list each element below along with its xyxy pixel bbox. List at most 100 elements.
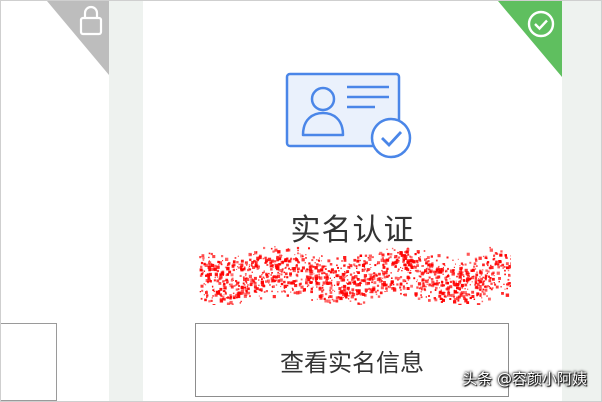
redaction-dot: [338, 291, 342, 295]
redaction-dot: [346, 275, 348, 277]
redaction-dot: [283, 271, 285, 274]
redaction-dot: [487, 264, 489, 267]
redaction-dot: [200, 261, 204, 265]
redaction-dot: [446, 281, 449, 285]
redaction-dot: [203, 283, 205, 285]
redaction-dot: [420, 272, 424, 276]
redaction-dot: [395, 258, 399, 262]
redaction-dot: [449, 269, 454, 273]
redaction-dot: [262, 284, 265, 288]
redaction-dot: [258, 265, 260, 268]
redaction-dot: [456, 275, 458, 278]
redaction-dot: [485, 286, 488, 289]
redaction-dot: [386, 275, 389, 278]
redaction-dot: [199, 256, 202, 259]
redaction-dot: [364, 254, 368, 257]
redaction-dot: [346, 271, 349, 274]
redaction-dot: [323, 265, 326, 268]
redaction-dot: [493, 282, 495, 284]
redaction-dot: [428, 268, 430, 270]
redaction-dot: [467, 288, 469, 290]
redaction-dot: [212, 286, 214, 288]
redaction-dot: [298, 290, 302, 294]
redaction-dot: [318, 260, 320, 262]
redaction-dot: [294, 254, 296, 256]
redaction-dot: [206, 273, 210, 277]
redaction-dot: [272, 285, 275, 288]
locked-card-button[interactable]: [1, 323, 57, 401]
redaction-dot: [422, 265, 424, 267]
redaction-dot: [297, 259, 299, 262]
redaction-dot: [386, 267, 389, 270]
redaction-dot: [482, 288, 485, 291]
watermark: 头条 @容颜小阿姨: [462, 370, 587, 388]
redaction-dot: [496, 271, 500, 275]
redaction-dot: [494, 283, 497, 286]
redaction-dot: [275, 279, 277, 282]
redaction-dot: [270, 247, 273, 250]
redaction-dot: [485, 269, 488, 272]
redaction-dot: [462, 264, 464, 266]
redaction-dot: [268, 272, 270, 275]
redaction-dot: [320, 268, 324, 272]
redaction-dot: [338, 287, 342, 291]
redaction-dot: [312, 265, 315, 268]
redaction-dot: [243, 294, 247, 298]
redaction-dot: [368, 254, 372, 258]
redaction-dot: [285, 248, 289, 252]
redaction-dot: [369, 268, 371, 270]
redaction-dot: [407, 271, 409, 273]
redaction-dot: [361, 268, 364, 271]
redaction-dot: [320, 293, 324, 298]
redaction-dot: [474, 277, 477, 280]
redaction-dot: [339, 275, 343, 280]
redaction-dot: [317, 269, 321, 273]
redaction-dot: [353, 258, 357, 262]
redaction-dot: [481, 272, 483, 274]
redaction-dot: [508, 273, 510, 276]
redaction-dot: [316, 281, 319, 284]
redaction-dot: [296, 246, 300, 250]
redaction-dot: [232, 260, 236, 263]
redaction-dot: [406, 282, 408, 285]
redaction-dot: [433, 273, 437, 276]
redaction-dot: [442, 285, 444, 287]
redaction-dot: [326, 281, 330, 285]
redaction-dot: [322, 281, 326, 285]
redaction-dot: [351, 288, 355, 292]
redaction-dot: [359, 259, 361, 262]
redaction-dot: [365, 290, 367, 293]
redaction-dot: [240, 259, 244, 263]
redaction-dot: [364, 262, 367, 265]
redaction-dot: [371, 279, 374, 281]
redaction-dot: [432, 270, 436, 274]
redaction-dot: [213, 288, 215, 290]
redaction-dot: [444, 292, 446, 294]
redaction-dot: [336, 257, 339, 260]
redaction-dot: [464, 288, 466, 290]
redaction-dot: [348, 263, 351, 265]
redaction-dot: [437, 265, 440, 268]
redaction-dot: [434, 289, 437, 291]
redaction-dot: [333, 276, 336, 279]
redaction-dot: [226, 279, 229, 281]
redaction-dot: [500, 265, 502, 267]
redaction-dot: [268, 282, 270, 284]
redaction-dot: [293, 283, 295, 285]
redaction-dot: [271, 272, 273, 274]
redaction-dot: [420, 294, 422, 296]
redaction-dot: [247, 268, 250, 272]
redaction-dot: [382, 277, 384, 279]
redaction-dot: [436, 282, 439, 286]
redaction-dot: [236, 281, 239, 285]
redaction-dot: [476, 303, 481, 305]
redaction-dot: [328, 296, 330, 299]
redaction-dot: [503, 266, 506, 268]
redaction-dot: [288, 267, 290, 270]
redaction-dot: [229, 297, 232, 300]
redaction-dot: [302, 290, 305, 292]
redaction-dot: [400, 254, 404, 257]
redaction-dot: [487, 275, 490, 278]
redaction-dot: [258, 288, 261, 291]
redaction-dot: [322, 289, 325, 291]
